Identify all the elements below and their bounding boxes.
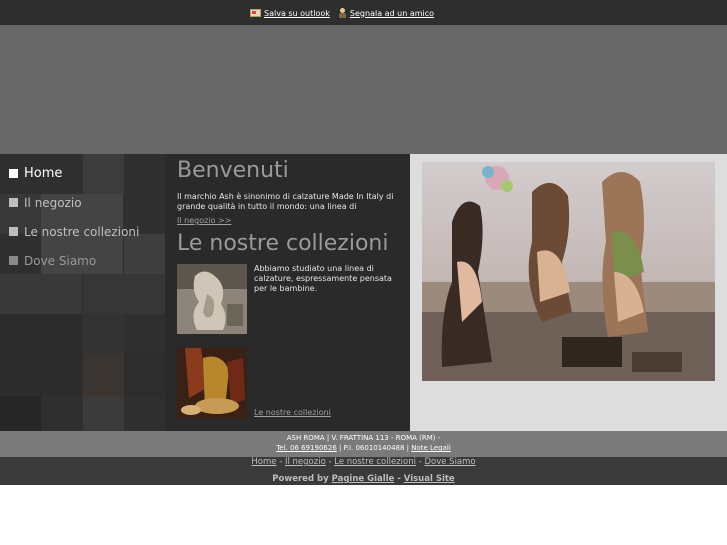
welcome-title: Benvenuti bbox=[177, 158, 289, 183]
tell-friend-link[interactable]: Segnala ad un amico bbox=[338, 8, 434, 18]
nav-item-home[interactable]: Home bbox=[9, 159, 139, 188]
decor-tile bbox=[83, 396, 124, 431]
footer-link-negozio[interactable]: Il negozio bbox=[285, 457, 326, 467]
outlook-icon bbox=[250, 9, 261, 17]
welcome-text: Il marchio Ash è sinonimo di calzature M… bbox=[177, 192, 394, 211]
decor-tile bbox=[83, 274, 165, 314]
bullet-icon bbox=[9, 227, 18, 236]
nav-item-label: Le nostre collezioni bbox=[24, 224, 140, 239]
footer-piva: | P.I. 06010140488 | bbox=[336, 444, 412, 452]
decor-tile bbox=[0, 396, 41, 431]
collections-title: Le nostre collezioni bbox=[177, 231, 389, 256]
decor-tile bbox=[124, 354, 165, 396]
footer-tel-link[interactable]: Tel. 06 69190626 bbox=[276, 444, 337, 452]
negozio-more-link[interactable]: Il negozio >> bbox=[177, 216, 231, 225]
nav-item-label: Home bbox=[24, 166, 63, 181]
bullet-icon bbox=[9, 169, 18, 178]
decor-tile bbox=[83, 354, 124, 396]
nav-item-label: Il negozio bbox=[24, 195, 82, 210]
footer-address-line: ASH ROMA | V. FRATTINA 113 - ROMA (RM) - bbox=[286, 434, 441, 442]
bullet-icon bbox=[9, 256, 18, 265]
top-bar: Salva su outlook Segnala ad un amico bbox=[0, 0, 727, 25]
powered-by-label: Powered by bbox=[272, 474, 332, 484]
tell-friend-label: Segnala ad un amico bbox=[349, 8, 435, 18]
nav-item-collezioni[interactable]: Le nostre collezioni bbox=[9, 217, 139, 246]
visual-site-link[interactable]: Visual Site bbox=[404, 474, 455, 484]
hero-photo bbox=[422, 162, 715, 381]
nav-item-dove-siamo[interactable]: Dove Siamo bbox=[9, 246, 139, 275]
footer-link-dove-siamo[interactable]: Dove Siamo bbox=[424, 457, 475, 467]
collections-text: Abbiamo studiato una linea di calzature,… bbox=[254, 264, 392, 293]
decor-tile bbox=[0, 314, 82, 396]
pagine-gialle-link[interactable]: Pagine Gialle bbox=[332, 474, 395, 484]
header-banner bbox=[0, 25, 727, 154]
decor-tile bbox=[83, 314, 124, 354]
footer-legal-link[interactable]: Note Legali bbox=[411, 444, 451, 452]
collection-thumbnail-2[interactable] bbox=[177, 348, 247, 418]
collections-link[interactable]: Le nostre collezioni bbox=[254, 408, 331, 417]
nav-item-label: Dove Siamo bbox=[24, 253, 97, 268]
bullet-icon bbox=[9, 198, 18, 207]
feature-panel bbox=[410, 154, 727, 431]
footer-nav-bar: Home - Il negozio - Le nostre collezioni… bbox=[0, 457, 727, 485]
powered-by-dash: - bbox=[394, 474, 404, 484]
main-nav: Home Il negozio Le nostre collezioni Dov… bbox=[9, 159, 139, 275]
footer-address: ASH ROMA | V. FRATTINA 113 - ROMA (RM) -… bbox=[0, 431, 727, 457]
content-column: Benvenuti Il marchio Ash è sinonimo di c… bbox=[165, 154, 410, 431]
top-links: Salva su outlook Segnala ad un amico bbox=[250, 8, 434, 18]
footer-nav: Home - Il negozio - Le nostre collezioni… bbox=[0, 457, 727, 467]
collection-thumbnail-1[interactable] bbox=[177, 264, 247, 334]
nav-item-negozio[interactable]: Il negozio bbox=[9, 188, 139, 217]
friend-icon bbox=[338, 8, 347, 18]
footer-link-collezioni[interactable]: Le nostre collezioni bbox=[334, 457, 416, 467]
footer-link-home[interactable]: Home bbox=[251, 457, 276, 467]
decor-tile bbox=[0, 274, 82, 314]
save-outlook-label: Salva su outlook bbox=[264, 8, 330, 18]
save-outlook-link[interactable]: Salva su outlook bbox=[250, 8, 330, 18]
left-sidebar: Home Il negozio Le nostre collezioni Dov… bbox=[0, 154, 165, 431]
powered-by: Powered by Pagine Gialle - Visual Site bbox=[0, 474, 727, 484]
footer-contact-line: Tel. 06 69190626 | P.I. 06010140488 | No… bbox=[0, 443, 727, 453]
